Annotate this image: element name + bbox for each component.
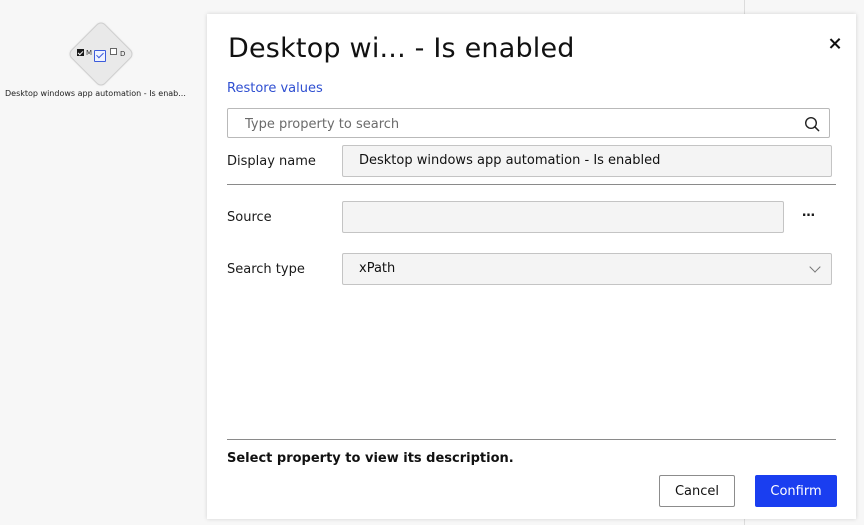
empty-checkbox-icon bbox=[110, 48, 117, 55]
search-type-label: Search type bbox=[227, 262, 305, 277]
cancel-button[interactable]: Cancel bbox=[659, 475, 735, 507]
display-name-value: Desktop windows app automation - Is enab… bbox=[359, 153, 661, 168]
close-icon[interactable] bbox=[827, 36, 843, 52]
display-name-label: Display name bbox=[227, 154, 316, 169]
more-options-button[interactable]: … bbox=[797, 206, 819, 224]
divider bbox=[227, 184, 836, 185]
confirm-button[interactable]: Confirm bbox=[755, 475, 837, 507]
node-icon-left-text: M bbox=[86, 49, 93, 57]
display-name-field[interactable]: Desktop windows app automation - Is enab… bbox=[342, 145, 832, 177]
panel-title: Desktop wi... - Is enabled bbox=[228, 33, 575, 64]
source-label: Source bbox=[227, 210, 272, 225]
checked-checkbox-icon bbox=[77, 49, 84, 56]
property-description: Select property to view its description. bbox=[227, 451, 514, 466]
properties-panel: Desktop wi... - Is enabled Restore value… bbox=[207, 14, 856, 519]
property-search-input[interactable] bbox=[243, 109, 797, 139]
checkbox-check-icon bbox=[94, 50, 106, 62]
node-icons: M D bbox=[76, 46, 128, 66]
node-icon-right-text: D bbox=[120, 50, 126, 58]
node-label: Desktop windows app automation - Is enab… bbox=[5, 89, 186, 98]
restore-values-link[interactable]: Restore values bbox=[227, 81, 323, 96]
source-field[interactable] bbox=[342, 201, 784, 233]
description-divider bbox=[227, 439, 836, 440]
search-type-select[interactable]: xPath bbox=[342, 253, 832, 285]
property-search-box bbox=[227, 108, 830, 139]
chevron-down-icon bbox=[809, 261, 821, 273]
search-type-value: xPath bbox=[359, 261, 396, 276]
search-icon[interactable] bbox=[804, 116, 820, 132]
